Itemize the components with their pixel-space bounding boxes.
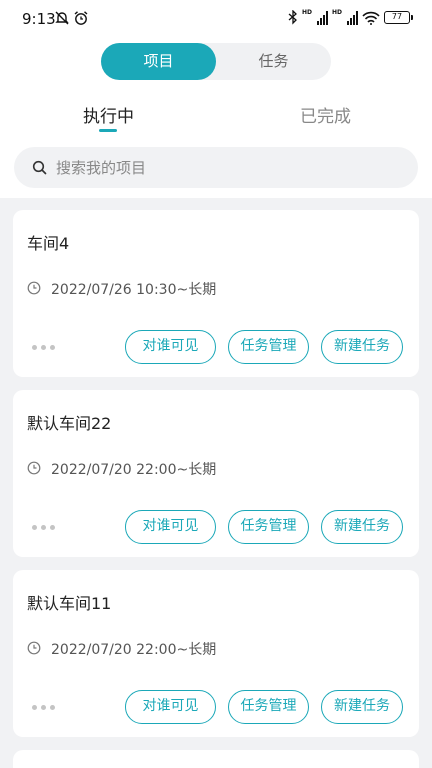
hd-label-1: HD — [301, 9, 312, 16]
signal-strength-icon-2 — [347, 10, 358, 25]
status-time: 9:13 — [22, 10, 56, 28]
project-card[interactable]: 默认车间22 2022/07/20 22:00~长期 对谁可见 任务管理 新建任… — [13, 390, 419, 557]
segment-control: 项目 任务 — [101, 43, 331, 80]
more-icon[interactable] — [32, 345, 55, 350]
battery-icon: 77 — [384, 11, 413, 24]
project-card[interactable]: 车间4 2022/07/26 10:30~长期 对谁可见 任务管理 新建任务 — [13, 210, 419, 377]
search-icon — [32, 160, 47, 175]
hd-label-2: HD — [331, 9, 342, 16]
project-title: 默认车间22 — [27, 414, 112, 433]
project-time: 2022/07/26 10:30~长期 — [51, 282, 217, 298]
signal-strength-icon — [316, 10, 328, 25]
project-title: 车间4 — [27, 234, 70, 253]
project-card-partial[interactable] — [13, 750, 419, 768]
project-time: 2022/07/20 22:00~长期 — [51, 642, 217, 658]
project-title: 默认车间11 — [27, 594, 112, 613]
tab-in-progress[interactable]: 执行中 — [83, 102, 134, 127]
visibility-button[interactable]: 对谁可见 — [125, 690, 216, 724]
clock-icon — [27, 461, 41, 475]
visibility-button[interactable]: 对谁可见 — [125, 330, 216, 364]
notification-muted-icon — [55, 11, 69, 25]
more-icon[interactable] — [32, 525, 55, 530]
more-icon[interactable] — [32, 705, 55, 710]
search-input[interactable] — [56, 147, 396, 188]
project-card[interactable]: 默认车间11 2022/07/20 22:00~长期 对谁可见 任务管理 新建任… — [13, 570, 419, 737]
alarm-clock-icon — [74, 11, 88, 25]
new-task-button[interactable]: 新建任务 — [321, 330, 403, 364]
new-task-button[interactable]: 新建任务 — [321, 690, 403, 724]
project-time: 2022/07/20 22:00~长期 — [51, 462, 217, 478]
tab-indicator — [99, 129, 117, 132]
clock-icon — [27, 281, 41, 295]
bluetooth-icon — [288, 10, 297, 25]
visibility-button[interactable]: 对谁可见 — [125, 510, 216, 544]
status-bar: 9:13 HD HD 77 — [0, 0, 432, 38]
header-area: 9:13 HD HD 77 项目 任务 执行中 已完成 搜索我的项目 — [0, 0, 432, 198]
new-task-button[interactable]: 新建任务 — [321, 510, 403, 544]
task-manage-button[interactable]: 任务管理 — [228, 690, 309, 724]
tab-completed[interactable]: 已完成 — [300, 102, 351, 127]
task-manage-button[interactable]: 任务管理 — [228, 330, 309, 364]
task-manage-button[interactable]: 任务管理 — [228, 510, 309, 544]
segment-tasks[interactable]: 任务 — [216, 43, 331, 80]
segment-projects[interactable]: 项目 — [101, 43, 216, 80]
search-bar[interactable] — [14, 147, 418, 188]
clock-icon — [27, 641, 41, 655]
wifi-icon — [362, 11, 380, 25]
